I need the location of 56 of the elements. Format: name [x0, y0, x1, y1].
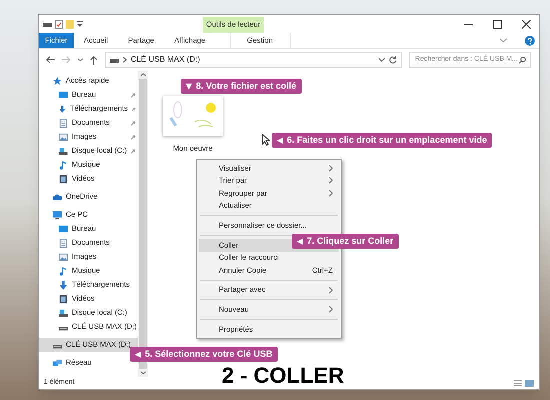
document-icon — [59, 238, 68, 248]
pin-icon[interactable] — [131, 120, 136, 126]
chevron-down-icon[interactable] — [379, 58, 386, 62]
chevron-down-icon[interactable] — [500, 38, 507, 43]
pin-icon[interactable] — [131, 92, 136, 98]
image-thumbnail[interactable] — [163, 96, 223, 136]
address-path: CLÉ USB MAX (D:) — [130, 54, 200, 66]
down-arrow-icon — [59, 104, 66, 114]
chevron-right-icon — [329, 306, 333, 314]
chevron-down-icon[interactable] — [78, 58, 83, 62]
thumbnail-view-icon[interactable] — [525, 380, 534, 386]
search-icon — [519, 56, 526, 64]
caret-icon[interactable] — [77, 21, 83, 27]
callout-text: 6. Faites un clic droit sur un emplacement vide — [287, 134, 488, 147]
drive-icon — [59, 146, 68, 156]
pointer-marker: ◀ — [135, 348, 142, 360]
film-icon — [59, 174, 68, 184]
callout-text: 5. Sélectionnez votre Clé USB — [145, 348, 273, 361]
chevron-up-icon[interactable] — [140, 73, 146, 77]
pointer-marker: ▼ — [186, 80, 192, 92]
picture-icon — [59, 132, 68, 142]
cloud-icon — [53, 192, 62, 202]
mouse-pointer-icon — [262, 134, 270, 146]
caption-title: 2 - COLLER — [222, 365, 344, 387]
details-view-icon[interactable] — [514, 380, 522, 386]
drive-icon — [110, 58, 119, 62]
close-icon[interactable] — [522, 20, 531, 28]
chevron-down-icon[interactable] — [140, 371, 146, 375]
network-icon — [53, 358, 62, 368]
checklist-icon[interactable] — [55, 20, 63, 28]
help-icon[interactable] — [525, 36, 535, 46]
pin-icon[interactable] — [131, 134, 136, 140]
document-icon — [59, 118, 68, 128]
pointer-marker: ◀ — [297, 236, 304, 248]
chevron-right-icon — [122, 57, 127, 63]
chevron-right-icon — [329, 286, 333, 294]
pin-icon[interactable] — [132, 106, 136, 112]
down-arrow-icon — [59, 280, 68, 290]
maximize-icon[interactable] — [493, 20, 502, 28]
drive-icon — [59, 308, 68, 318]
monitor-icon — [53, 210, 62, 220]
picture-icon — [59, 252, 68, 262]
drive-icon[interactable] — [43, 22, 52, 26]
star-icon — [53, 76, 62, 86]
monitor-icon — [59, 90, 68, 100]
pointer-marker: ◀ — [277, 134, 284, 146]
film-icon — [59, 294, 68, 304]
monitor-icon — [59, 224, 68, 234]
up-arrow-icon[interactable] — [90, 56, 98, 64]
callout-text: 8. Votre fichier est collé — [196, 80, 297, 93]
music-note-icon — [59, 266, 68, 276]
pin-icon[interactable] — [131, 148, 136, 154]
back-arrow-icon[interactable] — [46, 56, 55, 64]
music-note-icon — [59, 160, 68, 170]
address-bar[interactable]: CLÉ USB MAX (D:) — [104, 52, 402, 68]
refresh-icon[interactable] — [389, 56, 398, 64]
